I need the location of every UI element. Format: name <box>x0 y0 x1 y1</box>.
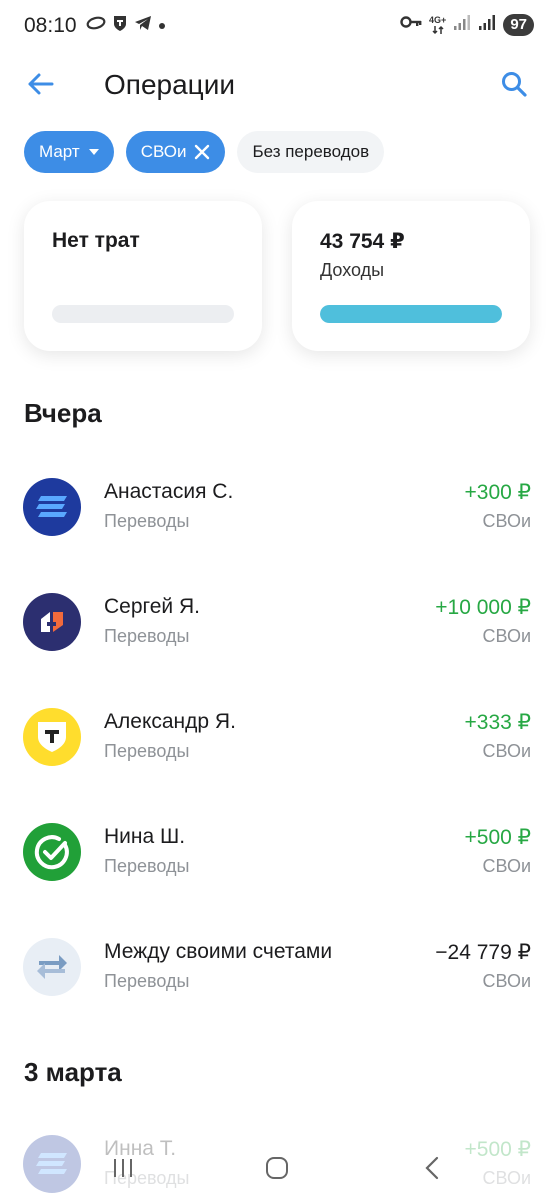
chevron-left-icon <box>425 1156 439 1180</box>
status-bar: 08:10 4G+ 97 <box>0 0 554 52</box>
close-icon[interactable] <box>194 144 210 160</box>
signal-icon-2 <box>478 13 496 36</box>
operation-name: Сергей Я. <box>104 595 200 618</box>
spending-progress-bar <box>52 305 234 323</box>
battery-level: 97 <box>503 13 534 36</box>
operation-name: Александр Я. <box>104 710 236 733</box>
section-title-march-3: 3 марта <box>24 1057 122 1087</box>
account-filter-label: СВОи <box>140 142 187 161</box>
summary-cards: Нет трат 43 754 ₽ Доходы <box>24 201 530 351</box>
key-icon <box>400 15 422 34</box>
spending-card[interactable]: Нет трат <box>24 201 262 351</box>
operation-category: Переводы <box>104 626 190 646</box>
search-button[interactable] <box>496 66 532 102</box>
operation-row[interactable]: Анастасия С. Переводы +300 ₽ СВОи <box>0 478 554 558</box>
month-filter-label: Март <box>39 142 80 161</box>
avatar <box>23 593 81 651</box>
cloud-icon <box>86 16 106 35</box>
filter-chips: Март СВОи Без переводов <box>24 131 385 173</box>
no-transfers-filter-label: Без переводов <box>252 142 370 161</box>
operation-category: Переводы <box>104 741 190 761</box>
swap-arrows-icon <box>37 955 67 979</box>
operation-category: Переводы <box>104 511 190 531</box>
operation-category: Переводы <box>104 856 190 876</box>
page-title: Операции <box>104 69 235 100</box>
section-title-yesterday: Вчера <box>24 398 102 428</box>
operation-account: СВОи <box>482 626 531 646</box>
back-button[interactable] <box>22 66 58 102</box>
income-card[interactable]: 43 754 ₽ Доходы <box>292 201 530 351</box>
bank-stripes-icon <box>36 496 67 517</box>
arrow-left-icon <box>28 73 54 95</box>
operation-name: Между своими счетами <box>104 940 333 963</box>
home-icon <box>266 1157 288 1179</box>
month-filter-chip[interactable]: Март <box>24 131 114 173</box>
income-progress-fill <box>320 305 502 323</box>
header: Операции <box>0 58 554 110</box>
dot-icon <box>158 17 166 35</box>
avatar <box>23 938 81 996</box>
operation-amount: +500 ₽ <box>464 826 532 849</box>
operation-amount: +333 ₽ <box>464 711 532 734</box>
operation-account: СВОи <box>482 511 531 531</box>
income-progress-bar <box>320 305 502 323</box>
operation-row[interactable]: Александр Я. Переводы +333 ₽ СВОи <box>0 708 554 788</box>
status-system-icons: 4G+ 97 <box>400 13 534 36</box>
network-indicator: 4G+ <box>429 15 446 35</box>
operation-row[interactable]: Между своими счетами Переводы −24 779 ₽ … <box>0 938 554 1018</box>
search-icon <box>502 72 527 97</box>
operation-account: СВОи <box>482 856 531 876</box>
operation-amount: +10 000 ₽ <box>435 596 531 619</box>
recent-apps-icon <box>114 1159 132 1177</box>
spending-card-title: Нет трат <box>52 229 140 252</box>
caret-down-icon <box>88 149 99 155</box>
avatar <box>23 478 81 536</box>
system-nav-bar <box>0 1140 554 1200</box>
home-button[interactable] <box>257 1150 297 1186</box>
shield-icon <box>112 14 128 37</box>
system-back-button[interactable] <box>412 1150 452 1186</box>
bank-logo-icon <box>41 612 63 632</box>
operation-row[interactable]: Сергей Я. Переводы +10 000 ₽ СВОи <box>0 593 554 673</box>
income-amount: 43 754 ₽ <box>320 230 405 253</box>
income-label: Доходы <box>320 260 385 280</box>
operation-account: СВОи <box>482 971 531 991</box>
t-shield-icon <box>38 722 66 752</box>
telegram-icon <box>134 15 152 36</box>
operation-row[interactable]: Нина Ш. Переводы +500 ₽ СВОи <box>0 823 554 903</box>
avatar <box>23 823 81 881</box>
operation-account: СВОи <box>482 741 531 761</box>
operation-name: Анастасия С. <box>104 480 234 503</box>
no-transfers-filter-chip[interactable]: Без переводов <box>237 131 385 173</box>
network-type: 4G+ <box>429 14 447 25</box>
operation-amount: −24 779 ₽ <box>435 941 531 964</box>
operation-amount: +300 ₽ <box>464 481 532 504</box>
recent-apps-button[interactable] <box>103 1150 143 1186</box>
avatar <box>23 708 81 766</box>
operation-category: Переводы <box>104 971 190 991</box>
status-time: 08:10 <box>24 14 77 37</box>
signal-icon <box>453 13 471 36</box>
check-circle-icon <box>34 835 69 870</box>
operation-name: Нина Ш. <box>104 825 186 848</box>
account-filter-chip[interactable]: СВОи <box>125 131 226 173</box>
status-notification-icons <box>86 14 166 37</box>
